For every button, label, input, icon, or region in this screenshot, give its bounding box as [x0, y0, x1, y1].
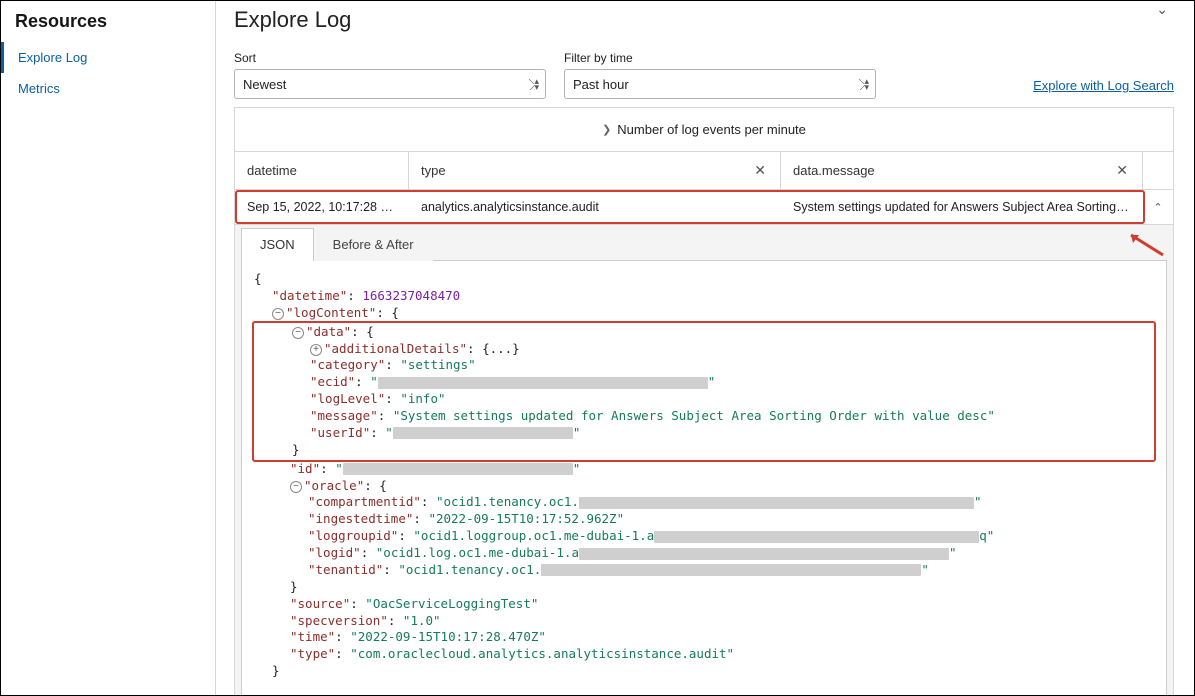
chevron-updown-icon: ▴▾: [534, 78, 539, 90]
remove-column-type-icon[interactable]: ✕: [752, 162, 768, 179]
detail-tabs: JSON Before & After: [241, 227, 1167, 260]
sort-select[interactable]: Newest ▴▾: [234, 69, 546, 99]
annotation-data-highlight: −"data": { +"additionalDetails": {...} "…: [252, 321, 1156, 462]
row-collapse-icon[interactable]: ⌃: [1143, 190, 1173, 224]
log-row[interactable]: Sep 15, 2022, 10:17:28 UTC analytics.ana…: [234, 190, 1174, 225]
remove-column-message-icon[interactable]: ✕: [1114, 162, 1130, 179]
tab-json[interactable]: JSON: [241, 228, 314, 261]
cell-type: analytics.analyticsinstance.audit: [409, 190, 781, 224]
events-summary-bar[interactable]: ❯ Number of log events per minute: [234, 107, 1174, 151]
explore-log-search-link[interactable]: Explore with Log Search: [1033, 78, 1174, 93]
chevron-updown-icon: ▴▾: [864, 78, 869, 90]
column-header-datetime: datetime: [235, 152, 409, 189]
tab-before-after[interactable]: Before & After: [314, 228, 433, 261]
expand-icon[interactable]: +: [310, 344, 322, 356]
sidebar-item-metrics[interactable]: Metrics: [1, 73, 215, 104]
panel-collapse-icon[interactable]: ⌄: [1156, 1, 1168, 18]
collapse-icon[interactable]: −: [292, 327, 304, 339]
column-header-message: data.message ✕: [781, 152, 1143, 189]
log-table-header: datetime type ✕ data.message ✕: [234, 151, 1174, 190]
filters-row: Sort Newest ▴▾ Filter by time Past hour …: [234, 51, 1174, 99]
cell-datetime: Sep 15, 2022, 10:17:28 UTC: [235, 190, 409, 224]
events-summary-label: Number of log events per minute: [617, 122, 806, 137]
sidebar-title: Resources: [1, 7, 215, 42]
collapse-icon[interactable]: −: [290, 481, 302, 493]
log-detail-panel: JSON Before & After { "datetime": 166323…: [234, 225, 1174, 695]
time-filter-select[interactable]: Past hour ▴▾: [564, 69, 876, 99]
cell-message: System settings updated for Answers Subj…: [781, 190, 1143, 224]
column-header-expand: [1143, 152, 1173, 189]
main-panel: ⌄ Explore Log Sort Newest ▴▾ Filter by t…: [216, 1, 1194, 695]
time-filter-label: Filter by time: [564, 51, 876, 65]
sort-label: Sort: [234, 51, 546, 65]
sidebar-item-explore-log[interactable]: Explore Log: [1, 42, 215, 73]
column-header-type: type ✕: [409, 152, 781, 189]
chevron-right-icon: ❯: [602, 123, 611, 136]
collapse-icon[interactable]: −: [272, 308, 284, 320]
sidebar: Resources Explore Log Metrics: [1, 1, 216, 695]
json-viewer: { "datetime": 1663237048470 −"logContent…: [241, 260, 1167, 695]
page-title: Explore Log: [234, 7, 1174, 33]
